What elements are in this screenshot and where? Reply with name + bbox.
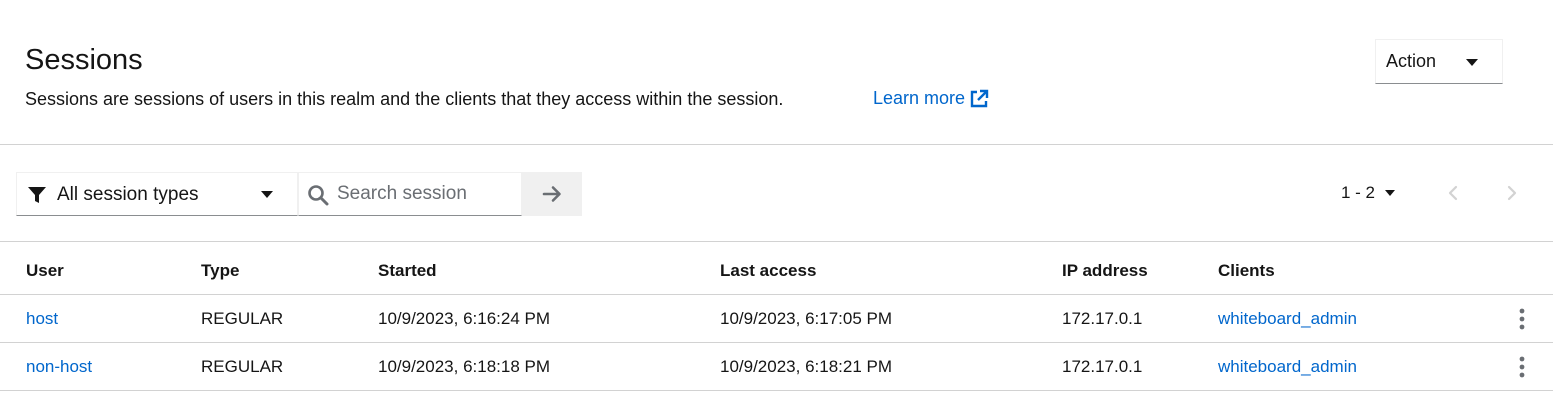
started-time: 10/9/2023, 6:16:24 PM — [378, 309, 551, 328]
chevron-left-icon[interactable] — [1442, 181, 1464, 205]
page-header: Sessions Sessions are sessions of users … — [0, 0, 1553, 145]
search-session-box — [298, 172, 522, 216]
caret-down-icon — [1466, 59, 1478, 66]
last-access-time: 10/9/2023, 6:17:05 PM — [720, 309, 893, 328]
table-header-row: User Type Started Last access IP address… — [0, 242, 1553, 295]
column-header-ip-address: IP address — [1062, 261, 1148, 280]
client-link[interactable]: whiteboard_admin — [1218, 295, 1357, 343]
kebab-icon[interactable] — [1512, 355, 1532, 379]
search-submit-button[interactable] — [522, 172, 582, 216]
sessions-table: User Type Started Last access IP address… — [0, 242, 1553, 391]
toolbar: All session types 1 - 2 — [0, 145, 1553, 242]
user-link[interactable]: non-host — [26, 343, 92, 391]
column-header-last-access: Last access — [720, 261, 817, 280]
page-description: Sessions are sessions of users in this r… — [25, 89, 784, 109]
column-header-user: User — [26, 261, 64, 280]
user-link[interactable]: host — [26, 295, 58, 343]
session-type-filter[interactable]: All session types — [16, 172, 298, 216]
ip-address: 172.17.0.1 — [1062, 357, 1143, 376]
external-link-icon — [970, 89, 989, 107]
kebab-icon[interactable] — [1512, 307, 1532, 331]
table-row: host REGULAR 10/9/2023, 6:16:24 PM 10/9/… — [0, 295, 1553, 343]
learn-more-link[interactable]: Learn more — [873, 88, 989, 109]
pagination-toggle[interactable]: 1 - 2 — [1333, 181, 1403, 205]
caret-down-icon — [1385, 190, 1396, 196]
client-link[interactable]: whiteboard_admin — [1218, 343, 1357, 391]
search-icon — [308, 185, 329, 206]
chevron-right-icon[interactable] — [1501, 181, 1523, 205]
filter-icon — [28, 187, 46, 203]
column-header-started: Started — [378, 261, 437, 280]
ip-address: 172.17.0.1 — [1062, 309, 1143, 328]
arrow-right-icon — [542, 186, 561, 202]
table-row: non-host REGULAR 10/9/2023, 6:18:18 PM 1… — [0, 343, 1553, 391]
pagination-range: 1 - 2 — [1341, 183, 1376, 202]
session-type: REGULAR — [201, 309, 284, 328]
search-session-input[interactable] — [337, 181, 517, 207]
last-access-time: 10/9/2023, 6:18:21 PM — [720, 357, 893, 376]
column-header-clients: Clients — [1218, 261, 1275, 280]
session-type-filter-label: All session types — [57, 184, 199, 205]
column-header-type: Type — [201, 261, 240, 280]
action-dropdown-label: Action — [1386, 51, 1437, 71]
action-dropdown[interactable]: Action — [1375, 39, 1503, 84]
caret-down-icon — [261, 191, 273, 198]
session-type: REGULAR — [201, 357, 284, 376]
started-time: 10/9/2023, 6:18:18 PM — [378, 357, 551, 376]
page-title: Sessions — [25, 44, 143, 76]
learn-more-label: Learn more — [873, 88, 966, 108]
